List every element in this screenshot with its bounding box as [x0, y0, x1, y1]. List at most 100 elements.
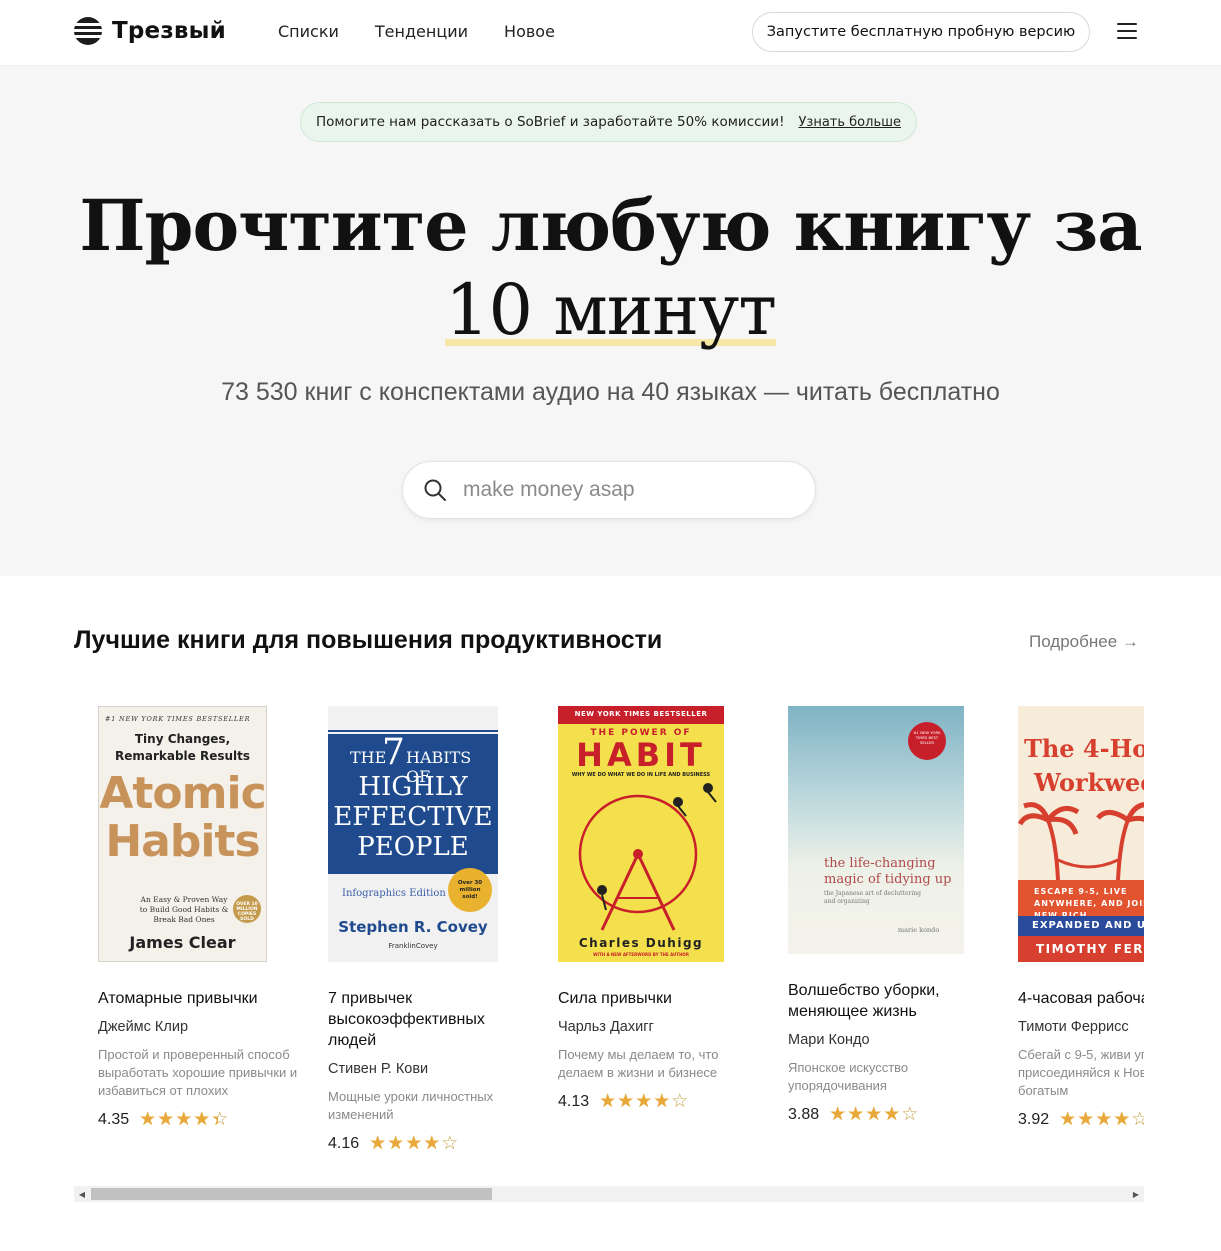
cover-line-2: EFFECTIVE: [333, 802, 493, 832]
promo-text: Помогите нам рассказать о SoBrief и зара…: [315, 114, 785, 130]
book-rating: 3.92 ☆☆☆☆☆★★★★★: [1018, 1110, 1144, 1130]
search-box[interactable]: [402, 461, 816, 519]
hamburger-menu-icon[interactable]: [1117, 23, 1137, 40]
cover-line-2: magic of tidying up: [824, 872, 952, 887]
cover-footer: WITH A NEW AFTERWORD BY THE AUTHOR: [593, 952, 689, 957]
cover-rule: [328, 730, 498, 732]
book-description: Сбегай с 9-5, живи угодно и присоединяйс…: [1018, 1047, 1144, 1098]
scrollbar-thumb[interactable]: [91, 1188, 492, 1200]
book-title[interactable]: Волшебство уборки, меняющее жизнь: [788, 980, 988, 1022]
hero-title-line1: Прочтите любую книгу за: [79, 184, 1142, 267]
book-card[interactable]: The 4-Hour Workweek ESCAPE 9-5, LIVE ANY…: [1018, 706, 1144, 1130]
book-rating: 4.13 ☆☆☆☆☆★★★★★: [558, 1092, 758, 1112]
cover-author: Charles Duhigg: [578, 936, 704, 950]
book-card[interactable]: #1 NEW YORK TIMES BEST SELLER the life-c…: [788, 706, 988, 1125]
cover-edition: Infographics Edition: [342, 888, 446, 899]
cover-word: HABIT: [576, 736, 706, 774]
logo-text: Трезвый: [112, 18, 226, 44]
cover-the: THE: [350, 748, 387, 767]
hamster-wheel-illustration: [578, 783, 717, 931]
book-card[interactable]: THE 7 HABITS OF HIGHLY EFFECTIVE PEOPLE …: [328, 706, 528, 1154]
cover-line-1: the life-changing: [824, 856, 936, 871]
free-trial-button[interactable]: Запустите бесплатную пробную версию: [752, 12, 1090, 52]
logo-icon: [74, 17, 102, 45]
book-cover[interactable]: #1 NEW YORK TIMES BESTSELLER Tiny Change…: [98, 706, 267, 962]
book-description: Японское искусство упорядочивания: [788, 1060, 909, 1093]
book-carousel[interactable]: #1 NEW YORK TIMES BESTSELLER Tiny Change…: [74, 706, 1144, 1176]
book-card[interactable]: #1 NEW YORK TIMES BESTSELLER Tiny Change…: [98, 706, 298, 1130]
cover-band-text: EXPANDED AND UPDATED: [1032, 920, 1144, 931]
book-cover[interactable]: NEW YORK TIMES BESTSELLER THE POWER OF H…: [558, 706, 724, 962]
star-rating-icon: ☆☆☆☆☆★★★★★: [829, 1104, 920, 1125]
cover-subtitle: WHY WE DO WHAT WE DO IN LIFE AND BUSINES…: [571, 772, 711, 778]
rating-value: 4.16: [328, 1135, 360, 1152]
hero-title: Прочтите любую книгу за 10 минут: [0, 184, 1221, 352]
cover-author: James Clear: [129, 933, 236, 952]
book-description: Почему мы делаем то, что делаем в жизни …: [558, 1047, 719, 1080]
cover-word-2: Habits: [105, 816, 260, 867]
book-title[interactable]: Атомарные привычки: [98, 988, 298, 1009]
rating-value: 3.92: [1018, 1111, 1050, 1128]
nav-lists[interactable]: Списки: [278, 22, 339, 41]
top-header: Трезвый Списки Тенденции Новое Запустите…: [0, 0, 1221, 66]
logo[interactable]: Трезвый: [74, 17, 226, 45]
hero-section: Помогите нам рассказать о SoBrief и зара…: [0, 66, 1221, 576]
cover-word-2: Workweek: [1034, 768, 1144, 797]
book-title[interactable]: 7 привычек высокоэффективных людей: [328, 988, 528, 1051]
book-card[interactable]: NEW YORK TIMES BESTSELLER THE POWER OF H…: [558, 706, 758, 1112]
promo-learn-more-link[interactable]: Узнать больше: [799, 115, 902, 130]
search-icon: [424, 479, 446, 501]
scroll-right-arrow-icon[interactable]: ▶: [1128, 1186, 1144, 1202]
book-cover[interactable]: The 4-Hour Workweek ESCAPE 9-5, LIVE ANY…: [1018, 706, 1144, 962]
nav-trends[interactable]: Тенденции: [375, 22, 468, 41]
star-rating-icon: ☆☆☆☆☆★★★★★: [139, 1109, 230, 1130]
book-description: Простой и проверенный способ выработать …: [98, 1047, 298, 1098]
main-nav: Списки Тенденции Новое: [278, 22, 555, 41]
book-title[interactable]: 4-часовая рабочая неделя: [1018, 988, 1144, 1009]
cover-tagline: Tiny Changes, Remarkable Results: [114, 732, 251, 763]
cover-subtitle: An Easy & Proven Way to Build Good Habit…: [139, 895, 229, 924]
cover-line-3: PEOPLE: [357, 832, 469, 862]
book-rating: 4.35 ☆☆☆☆☆★★★★★: [98, 1110, 298, 1130]
cover-top-text: NEW YORK TIMES BESTSELLER: [574, 710, 708, 718]
promo-banner: Помогите нам рассказать о SoBrief и зара…: [300, 102, 917, 142]
star-rating-icon: ☆☆☆☆☆★★★★★: [369, 1133, 460, 1154]
hero-title-line2-wrap: 10 минут: [445, 268, 777, 352]
book-description: Мощные уроки личностных изменений: [328, 1089, 494, 1122]
cover-badge: OVER 10 MILLION COPIES SOLD: [233, 895, 261, 923]
book-author: Тимоти Феррисс: [1018, 1019, 1129, 1035]
star-rating-icon: ☆☆☆☆☆★★★★★: [1059, 1109, 1144, 1130]
more-link[interactable]: Подробнее →: [1029, 632, 1139, 652]
book-cover[interactable]: THE 7 HABITS OF HIGHLY EFFECTIVE PEOPLE …: [328, 706, 498, 962]
cover-subtitle: the Japanese art of decluttering and org…: [824, 890, 921, 905]
horizontal-scrollbar[interactable]: ◀ ▶: [74, 1186, 1144, 1202]
book-author: Мари Кондо: [788, 1032, 870, 1048]
hero-title-line2: 10 минут: [445, 269, 777, 351]
scroll-left-arrow-icon[interactable]: ◀: [74, 1186, 90, 1202]
nav-new[interactable]: Новое: [504, 22, 555, 41]
book-rating: 3.88 ☆☆☆☆☆★★★★★: [788, 1105, 988, 1125]
cover-author: TIMOTHY FERRISS: [1036, 942, 1144, 956]
cover-badge: Over 30 million sold!: [448, 868, 492, 912]
cover-badge: #1 NEW YORK TIMES BEST SELLER: [913, 730, 941, 745]
book-author: Стивен Р. Кови: [328, 1061, 429, 1077]
cover-author: Stephen R. Covey: [338, 918, 488, 936]
section-title: Лучшие книги для повышения продуктивност…: [74, 626, 663, 654]
book-cover[interactable]: #1 NEW YORK TIMES BEST SELLER the life-c…: [788, 706, 964, 954]
cover-word-1: The 4-Hour: [1024, 734, 1144, 763]
book-author: Чарльз Дахигг: [558, 1019, 654, 1035]
search-input[interactable]: [463, 478, 783, 502]
rating-value: 4.13: [558, 1093, 590, 1110]
cover-seven: 7: [382, 732, 405, 773]
palm-trees-illustration: [1018, 802, 1144, 880]
rating-value: 3.88: [788, 1106, 820, 1123]
book-author: Джеймс Клир: [98, 1019, 189, 1035]
rating-value: 4.35: [98, 1111, 130, 1128]
star-rating-icon: ☆☆☆☆☆★★★★★: [599, 1091, 690, 1112]
book-title[interactable]: Сила привычки: [558, 988, 758, 1009]
book-rating: 4.16 ☆☆☆☆☆★★★★★: [328, 1134, 528, 1154]
cover-top-text: #1 NEW YORK TIMES BESTSELLER: [105, 715, 251, 723]
cover-publisher: FranklinCovey: [388, 942, 438, 950]
hero-subtitle: 73 530 книг с конспектами аудио на 40 яз…: [221, 378, 1000, 406]
cover-author: marie kondo: [898, 926, 940, 934]
